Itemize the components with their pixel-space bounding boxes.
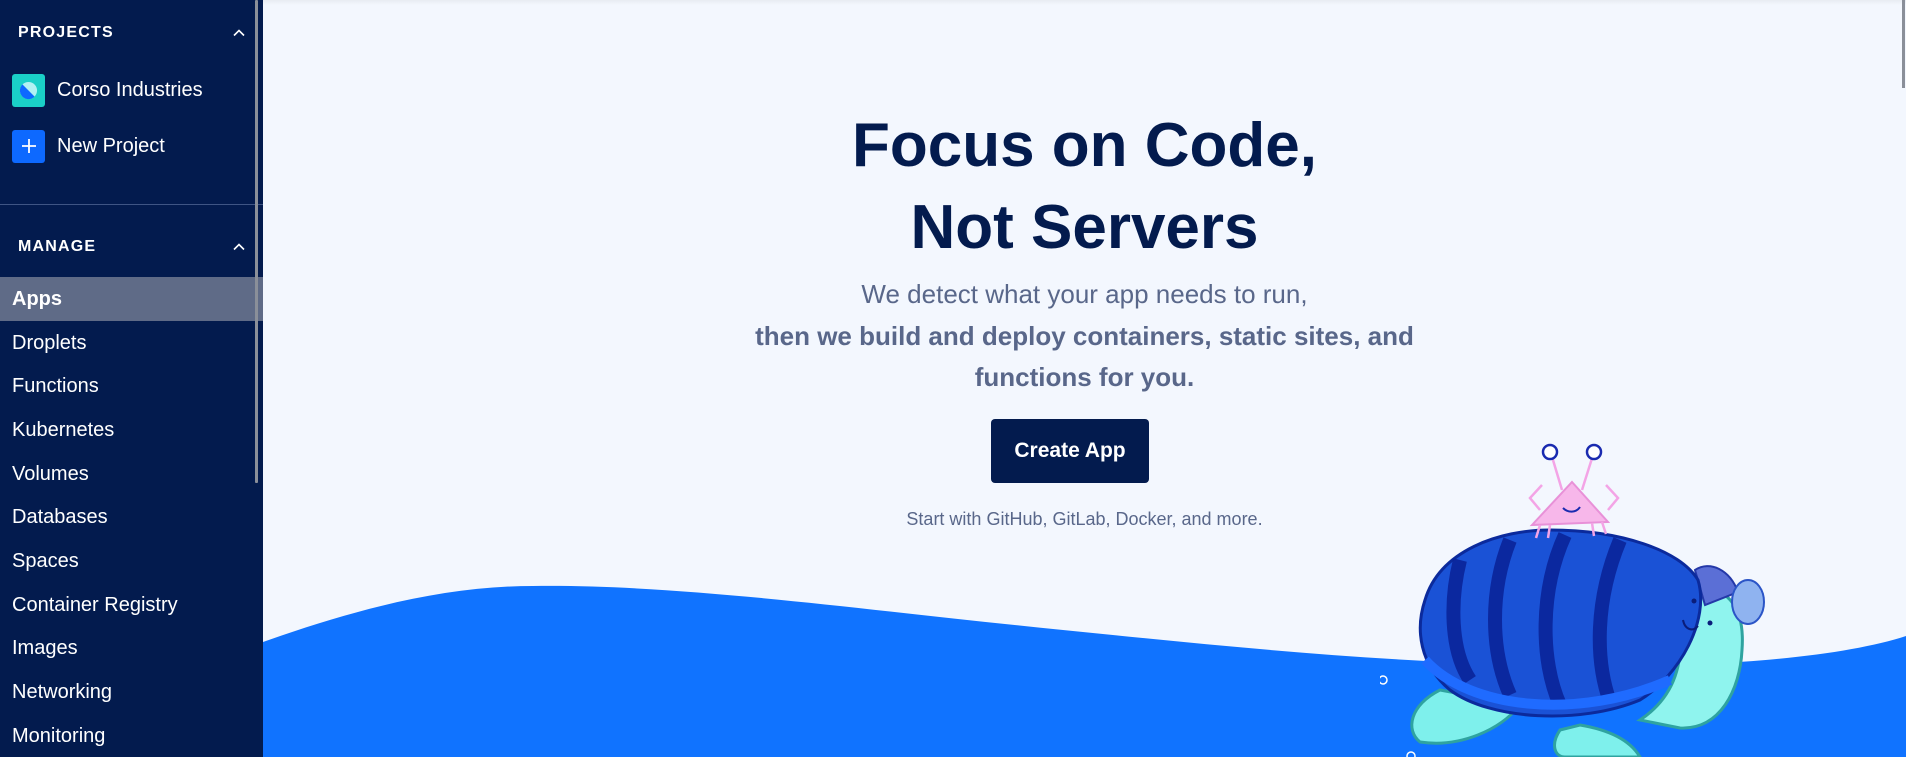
sidebar-item-networking[interactable]: Networking <box>0 670 263 714</box>
sidebar-divider <box>0 204 263 205</box>
project-logo-icon <box>12 73 45 107</box>
project-label: Corso Industries <box>57 78 203 101</box>
sidebar-item-droplets[interactable]: Droplets <box>0 321 263 365</box>
turtle-crab-illustration <box>1380 443 1765 757</box>
sidebar-item-functions[interactable]: Functions <box>0 364 263 408</box>
manage-section-header[interactable]: MANAGE <box>18 237 245 257</box>
sidebar-item-monitoring[interactable]: Monitoring <box>0 714 263 757</box>
sidebar-item-apps[interactable]: Apps <box>0 277 263 321</box>
crab <box>1528 443 1620 539</box>
page-title: Focus on Code, Not Servers <box>263 105 1906 269</box>
new-project-label: New Project <box>57 134 165 157</box>
headline-line-1: Focus on Code, <box>852 111 1317 180</box>
manage-title: MANAGE <box>18 238 97 255</box>
bubble-icon <box>1406 751 1416 757</box>
project-corso-industries[interactable]: Corso Industries <box>12 73 203 107</box>
sidebar-item-volumes[interactable]: Volumes <box>0 452 263 496</box>
sidebar-item-databases[interactable]: Databases <box>0 495 263 539</box>
main-content: Focus on Code, Not Servers We detect wha… <box>263 0 1906 757</box>
plus-icon <box>12 129 45 163</box>
sidebar-item-spaces[interactable]: Spaces <box>0 539 263 583</box>
projects-section-header[interactable]: PROJECTS <box>18 23 245 43</box>
projects-title: PROJECTS <box>18 24 114 41</box>
sidebar: PROJECTS Corso Industries New Project MA… <box>0 0 263 757</box>
chevron-up-icon[interactable] <box>233 27 245 39</box>
sidebar-item-kubernetes[interactable]: Kubernetes <box>0 408 263 452</box>
subtitle-line-3: functions for you. <box>974 362 1195 392</box>
sidebar-scrollbar[interactable] <box>255 0 258 483</box>
subtitle-bold: then we build and deploy containers, sta… <box>263 316 1906 398</box>
chevron-up-icon[interactable] <box>233 241 245 253</box>
subtitle-line-2: then we build and deploy containers, sta… <box>755 321 1414 351</box>
headline-line-2: Not Servers <box>910 193 1259 262</box>
sidebar-item-container-registry[interactable]: Container Registry <box>0 583 263 627</box>
bubble-icon <box>1380 675 1388 685</box>
sidebar-item-images[interactable]: Images <box>0 626 263 670</box>
create-app-button[interactable]: Create App <box>991 419 1149 483</box>
main-scrollbar[interactable] <box>1902 0 1905 88</box>
subtitle-line-1: We detect what your app needs to run, <box>861 279 1308 309</box>
new-project-button[interactable]: New Project <box>12 129 165 163</box>
